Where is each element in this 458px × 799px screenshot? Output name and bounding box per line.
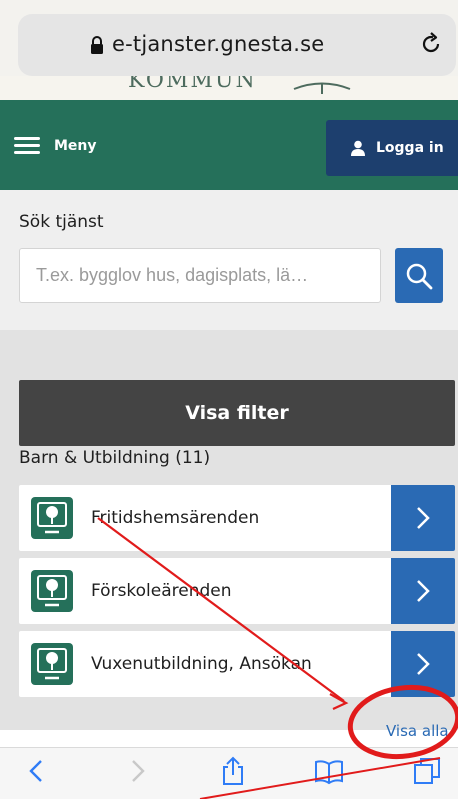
- bookmarks-icon[interactable]: [314, 756, 344, 786]
- service-item[interactable]: Vuxenutbildning, Ansökan: [19, 631, 455, 697]
- lock-icon: [91, 36, 103, 54]
- forward-icon[interactable]: [122, 756, 152, 786]
- browser-toolbar: [0, 747, 458, 799]
- hamburger-icon: [14, 137, 40, 155]
- main-content: Sök tjänst Visa filter Barn & Utbildning…: [0, 190, 458, 740]
- service-label: Vuxenutbildning, Ansökan: [91, 654, 312, 674]
- municipality-logo: KOMMUN: [128, 76, 257, 93]
- login-label: Logga in: [376, 140, 444, 156]
- login-button[interactable]: Logga in: [326, 120, 458, 176]
- top-navigation: Meny Logga in: [0, 100, 458, 190]
- address-bar[interactable]: e-tjanster.gnesta.se: [18, 14, 456, 76]
- search-input[interactable]: [19, 248, 381, 303]
- search-button[interactable]: [395, 248, 443, 303]
- logo-strip: KOMMUN: [0, 76, 458, 100]
- service-label: Förskoleärenden: [91, 581, 232, 601]
- show-all-link[interactable]: Visa alla: [386, 722, 449, 740]
- show-filter-button[interactable]: Visa filter: [19, 380, 455, 446]
- menu-button[interactable]: Meny: [14, 128, 97, 164]
- chevron-right-icon[interactable]: [391, 558, 455, 624]
- service-tree-icon: [31, 497, 73, 539]
- search-icon: [406, 263, 433, 289]
- logo-tree-icon: [293, 82, 351, 94]
- service-item[interactable]: Fritidshemsärenden: [19, 485, 455, 551]
- share-icon[interactable]: [218, 756, 248, 786]
- category-title: Barn & Utbildning (11): [19, 448, 211, 468]
- user-icon: [351, 140, 365, 156]
- back-icon[interactable]: [22, 756, 52, 786]
- menu-label: Meny: [54, 138, 97, 154]
- service-tree-icon: [31, 643, 73, 685]
- service-label: Fritidshemsärenden: [91, 508, 260, 528]
- service-item[interactable]: Förskoleärenden: [19, 558, 455, 624]
- tabs-icon[interactable]: [412, 756, 442, 786]
- url-text: e-tjanster.gnesta.se: [112, 32, 325, 56]
- search-label: Sök tjänst: [19, 212, 104, 232]
- reload-icon[interactable]: [418, 31, 444, 57]
- service-tree-icon: [31, 570, 73, 612]
- chevron-right-icon[interactable]: [391, 485, 455, 551]
- chevron-right-icon[interactable]: [391, 631, 455, 697]
